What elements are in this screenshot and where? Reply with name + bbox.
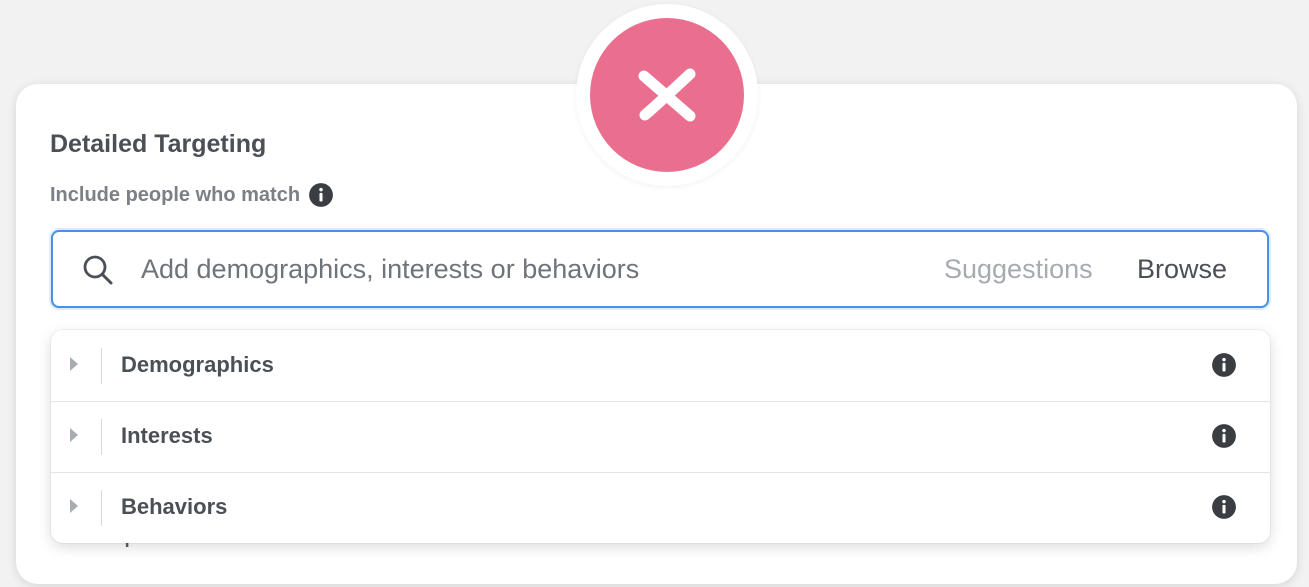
info-icon[interactable]	[1211, 494, 1237, 520]
row-divider	[101, 490, 102, 526]
close-badge	[590, 18, 744, 172]
category-row-interests[interactable]: Interests	[51, 401, 1270, 473]
category-row-behaviors[interactable]: Behaviors	[51, 472, 1270, 543]
browse-categories-dropdown: Demographics Interests Behaviors	[51, 330, 1270, 543]
expand-caret-icon[interactable]	[70, 499, 78, 513]
include-subtitle: Include people who match	[50, 182, 334, 208]
category-row-demographics[interactable]: Demographics	[51, 330, 1270, 402]
suggestions-link[interactable]: Suggestions	[944, 254, 1093, 285]
row-divider	[101, 348, 102, 384]
row-divider	[101, 419, 102, 455]
expand-caret-icon[interactable]	[70, 428, 78, 442]
section-title: Detailed Targeting	[50, 130, 267, 158]
info-icon[interactable]	[308, 182, 334, 208]
detailed-targeting-search[interactable]: Suggestions Browse	[51, 230, 1269, 308]
search-icon	[83, 255, 113, 285]
category-label: Behaviors	[121, 494, 228, 519]
close-x-icon	[638, 68, 696, 122]
browse-link[interactable]: Browse	[1137, 254, 1227, 285]
category-label: Demographics	[121, 352, 274, 377]
search-input[interactable]	[141, 246, 921, 292]
info-icon[interactable]	[1211, 352, 1237, 378]
category-label: Interests	[121, 423, 213, 448]
include-subtitle-text: Include people who match	[50, 183, 301, 206]
info-icon[interactable]	[1211, 423, 1237, 449]
expand-caret-icon[interactable]	[70, 357, 78, 371]
